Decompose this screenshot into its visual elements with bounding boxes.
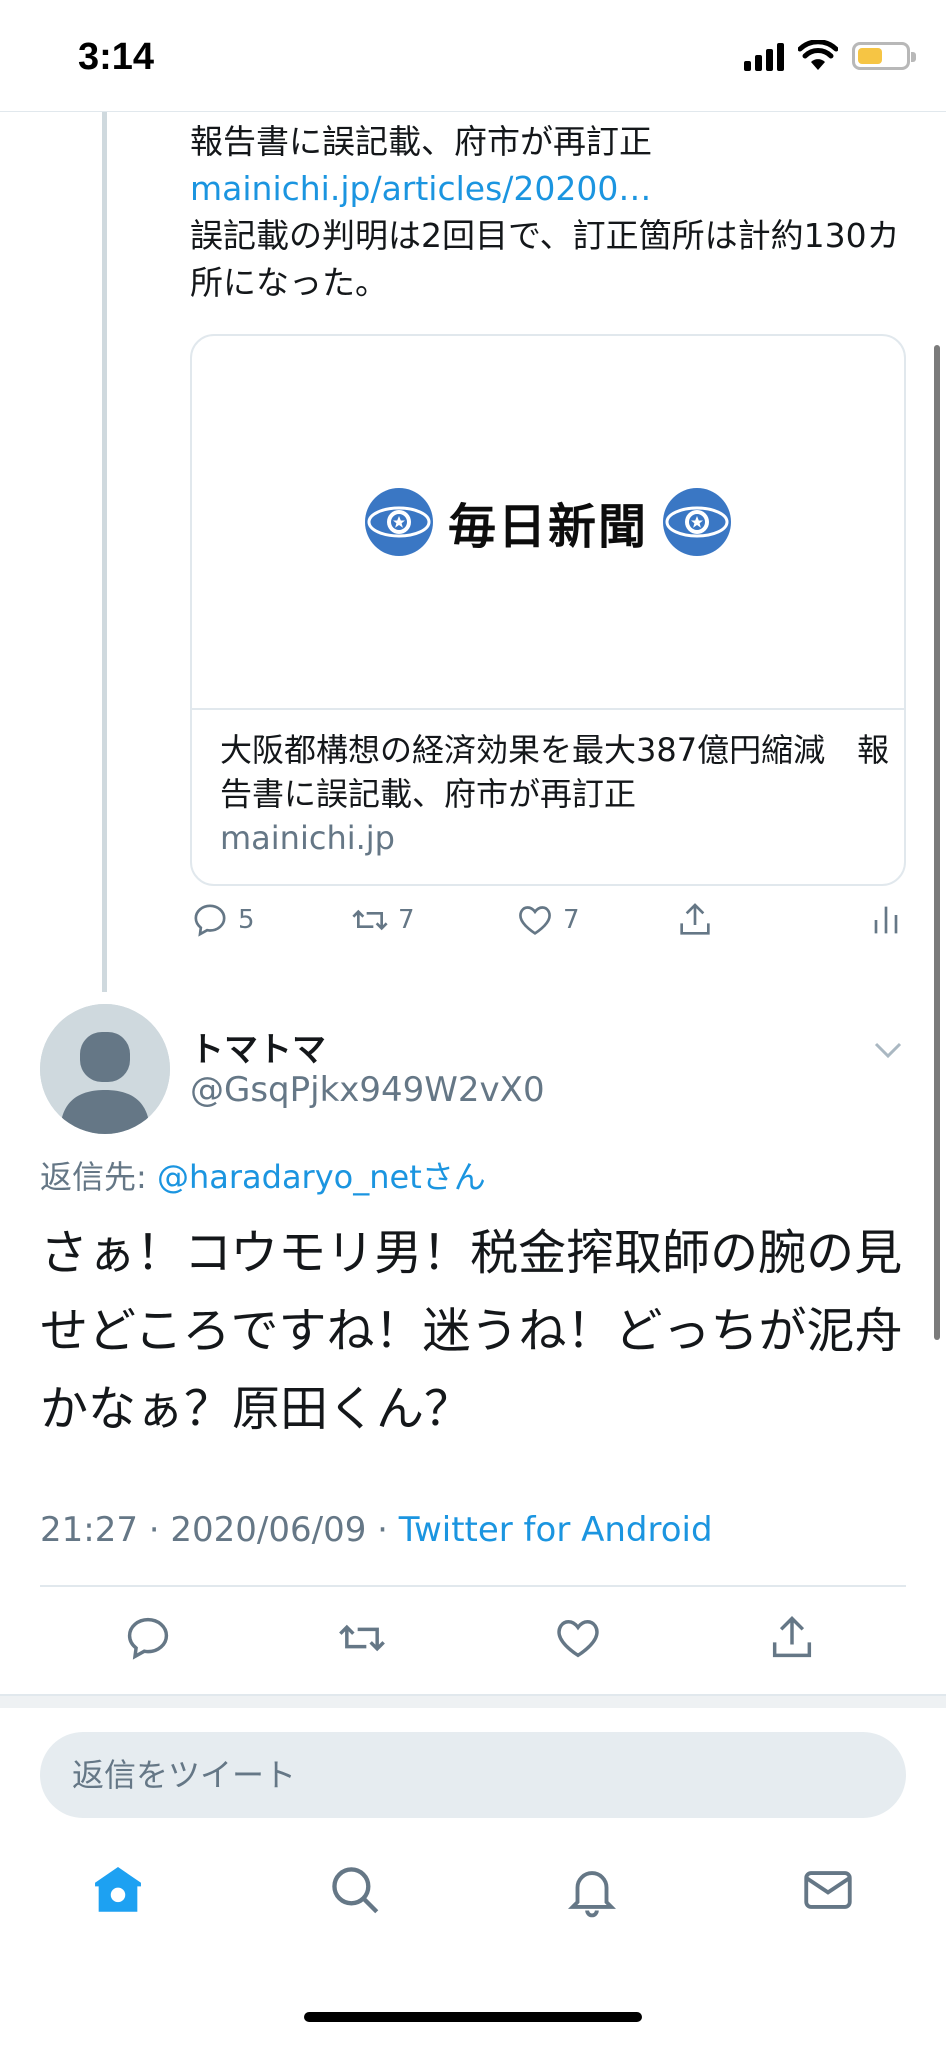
retweet-icon bbox=[339, 1624, 385, 1652]
heart-icon bbox=[519, 906, 551, 935]
mail-icon bbox=[804, 1871, 852, 1909]
like-button[interactable]: 7 bbox=[515, 900, 580, 940]
display-name[interactable]: トマトマ bbox=[190, 1022, 326, 1071]
bell-icon bbox=[567, 1871, 617, 1918]
prev-tweet-text-line2: 誤記載の判明は2回目で、訂正箇所は計約130カ所になった。 bbox=[190, 216, 900, 302]
retweet-count: 7 bbox=[398, 905, 415, 935]
like-count: 7 bbox=[563, 905, 580, 935]
tab-search[interactable] bbox=[325, 1860, 385, 1920]
scrollbar[interactable] bbox=[934, 345, 940, 1340]
prev-tweet-text: 報告書に誤記載、府市が再訂正 mainichi.jp/articles/20200… bbox=[190, 118, 910, 306]
avatar[interactable] bbox=[40, 1004, 170, 1134]
home-indicator[interactable] bbox=[304, 2012, 642, 2022]
tab-bar bbox=[0, 1860, 946, 1950]
like-button[interactable] bbox=[552, 1612, 604, 1664]
reply-button[interactable]: 5 bbox=[190, 900, 255, 940]
analytics-icon bbox=[874, 906, 898, 934]
mainichi-emblem-icon bbox=[364, 488, 433, 556]
tweet-actions bbox=[0, 1612, 946, 1672]
status-time: 3:14 bbox=[78, 36, 155, 78]
retweet-icon bbox=[352, 909, 388, 931]
chevron-down-icon[interactable] bbox=[870, 1032, 906, 1068]
prev-tweet-actions: 5 7 7 bbox=[190, 900, 906, 960]
prev-tweet-link[interactable]: mainichi.jp/articles/20200… bbox=[190, 169, 651, 208]
retweet-button[interactable] bbox=[336, 1612, 388, 1664]
link-card[interactable]: 毎日新聞 大阪都構想の経済効果を最大387億円縮減 報告書に誤記載、府市が再訂正… bbox=[190, 334, 906, 886]
share-icon bbox=[772, 1616, 812, 1658]
thread-line bbox=[102, 112, 107, 992]
battery-icon bbox=[852, 42, 916, 70]
share-button[interactable] bbox=[675, 900, 715, 940]
tweet-meta: 21:27 · 2020/06/09 · Twitter for Android bbox=[40, 1510, 713, 1550]
search-icon bbox=[332, 1867, 379, 1914]
reply-button[interactable] bbox=[122, 1612, 174, 1664]
reply-input[interactable] bbox=[40, 1732, 906, 1818]
user-handle[interactable]: @GsqPjkx949W2vX0 bbox=[190, 1070, 545, 1110]
share-icon bbox=[680, 903, 710, 935]
tab-messages[interactable] bbox=[798, 1860, 858, 1920]
reply-icon bbox=[127, 1617, 169, 1660]
signal-icon bbox=[744, 41, 784, 71]
reply-to-handle[interactable]: @haradaryo_netさん bbox=[157, 1158, 486, 1196]
tweet-timestamp: 21:27 · 2020/06/09 · bbox=[40, 1510, 399, 1550]
card-domain: mainichi.jp bbox=[220, 819, 395, 857]
card-image: 毎日新聞 bbox=[192, 336, 904, 710]
tweet-source[interactable]: Twitter for Android bbox=[399, 1510, 713, 1550]
retweet-button[interactable]: 7 bbox=[350, 900, 415, 940]
reply-icon bbox=[194, 904, 226, 937]
divider bbox=[40, 1585, 906, 1587]
reply-to: 返信先: @haradaryo_netさん bbox=[40, 1152, 486, 1198]
tab-notifications[interactable] bbox=[562, 1860, 622, 1920]
share-button[interactable] bbox=[766, 1612, 818, 1664]
home-icon bbox=[95, 1867, 141, 1912]
analytics-button[interactable] bbox=[866, 900, 906, 940]
mainichi-emblem-icon bbox=[663, 488, 731, 556]
card-text: 大阪都構想の経済効果を最大387億円縮減 報告書に誤記載、府市が再訂正 main… bbox=[220, 728, 890, 860]
tweet-text: さぁ！コウモリ男！税金搾取師の腕の見せどころですね！迷うね！どっちが泥舟かなぁ？… bbox=[40, 1225, 903, 1437]
tab-home[interactable] bbox=[88, 1860, 148, 1920]
heart-icon bbox=[557, 1620, 599, 1658]
default-avatar-icon bbox=[40, 1004, 170, 1134]
section-divider bbox=[0, 1694, 946, 1708]
card-title: 大阪都構想の経済効果を最大387億円縮減 報告書に誤記載、府市が再訂正 bbox=[220, 731, 890, 813]
status-icons bbox=[744, 40, 916, 72]
status-bar: 3:14 bbox=[0, 0, 946, 112]
reply-to-prefix: 返信先: bbox=[40, 1158, 157, 1196]
prev-tweet-text-line1: 報告書に誤記載、府市が再訂正 bbox=[190, 122, 652, 161]
card-brand: 毎日新聞 bbox=[447, 499, 648, 555]
reply-count: 5 bbox=[238, 905, 255, 935]
wifi-icon bbox=[798, 40, 838, 70]
